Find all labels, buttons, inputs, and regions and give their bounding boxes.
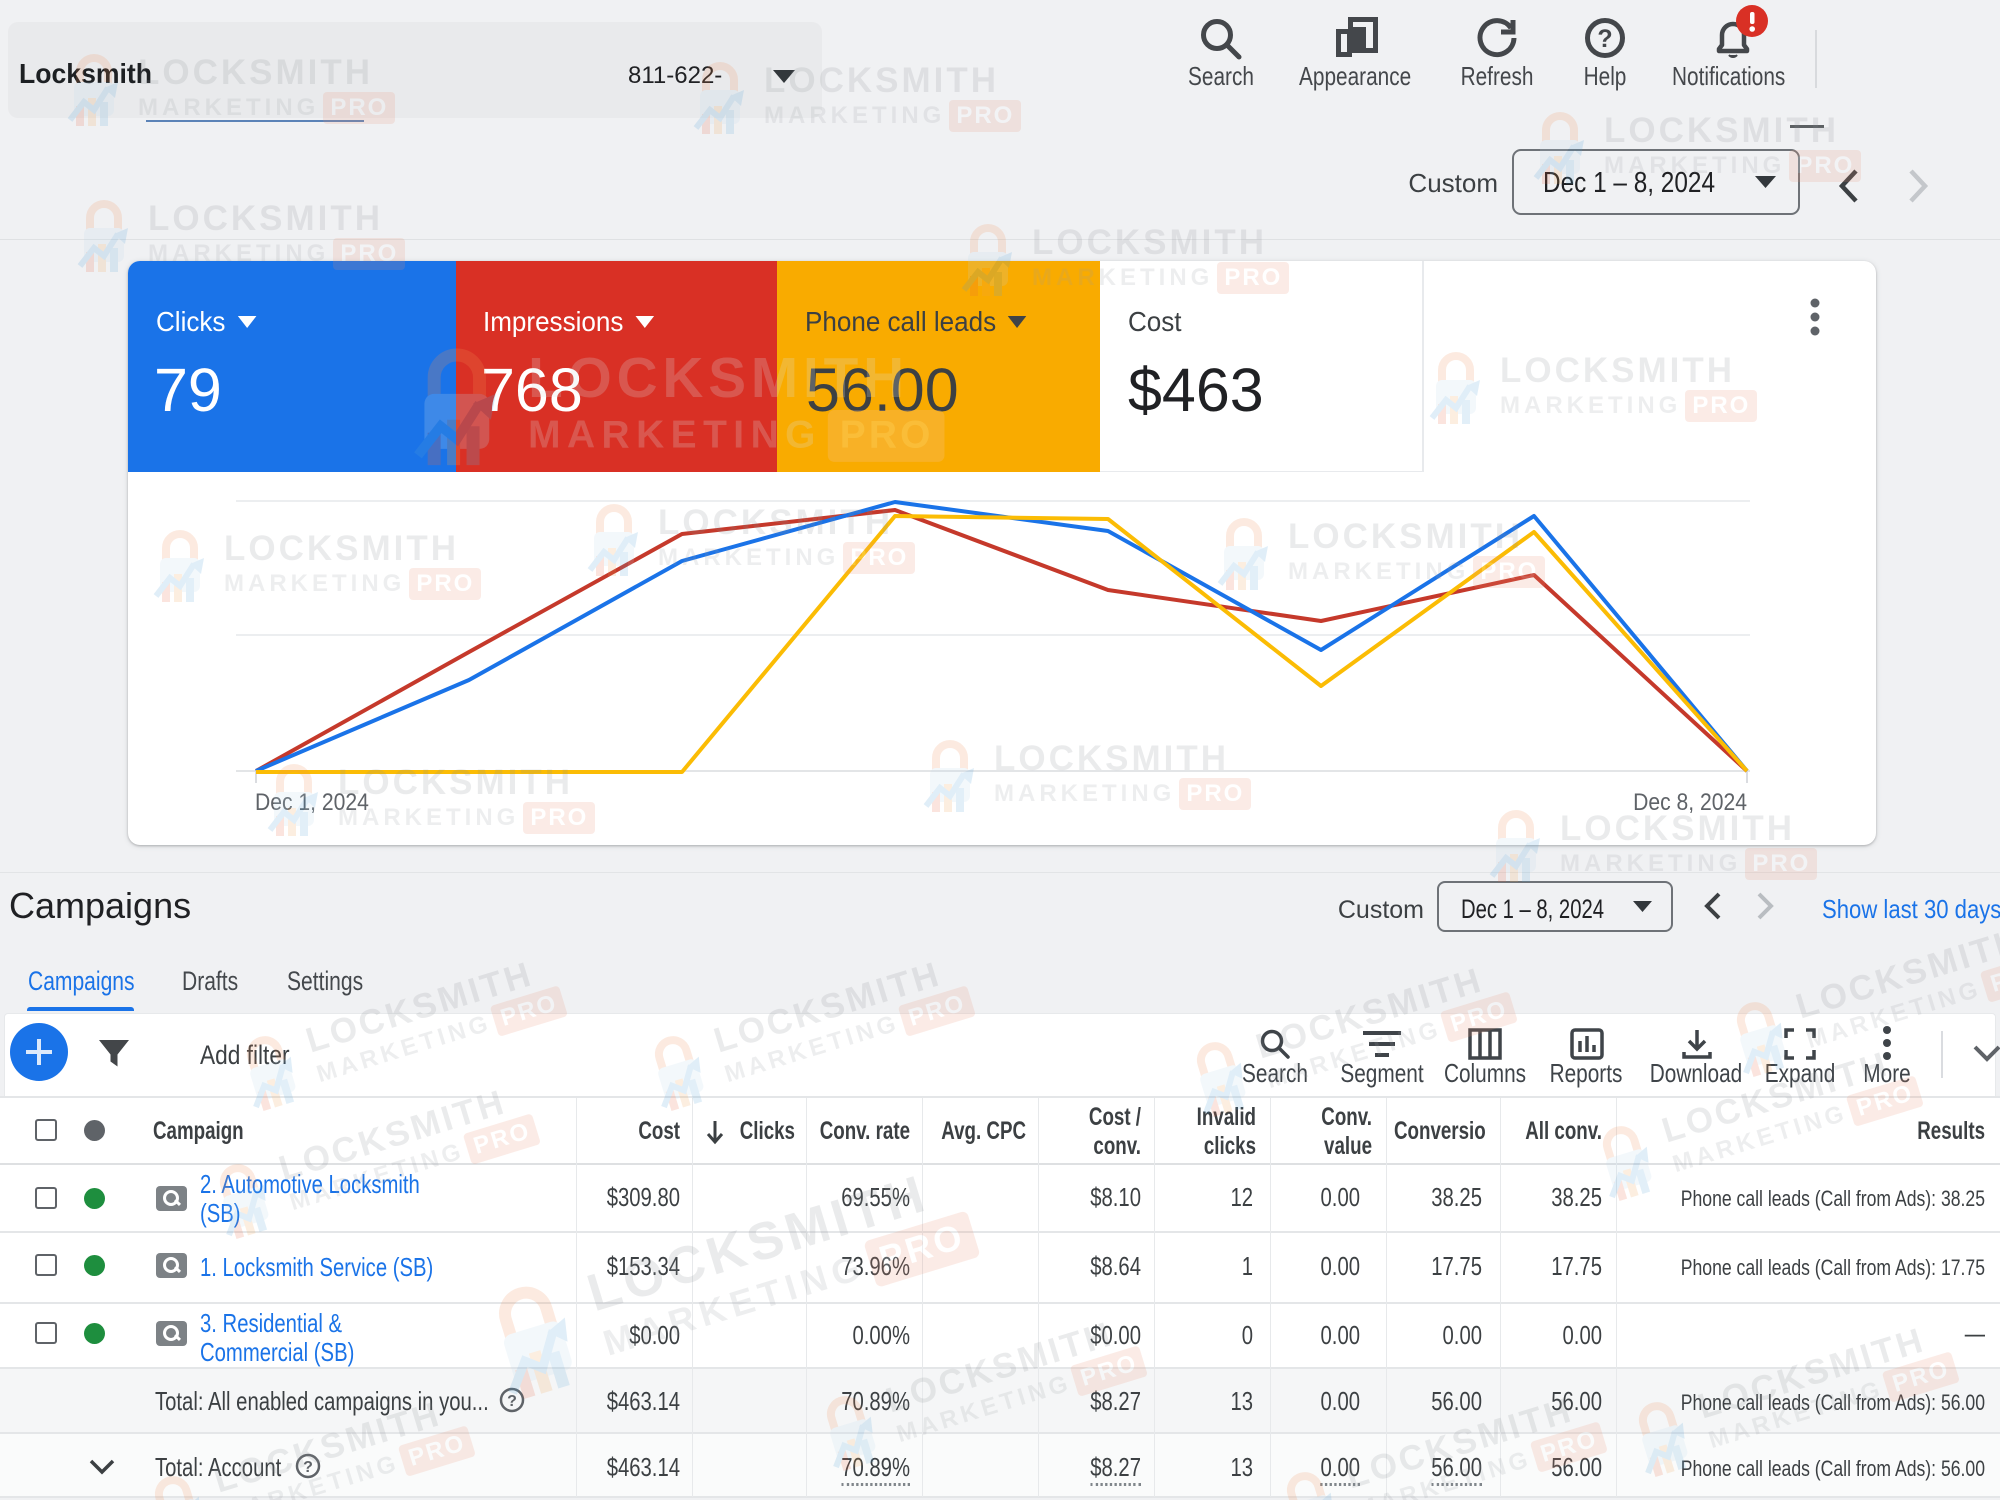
svg-text:?: ?: [1597, 25, 1612, 53]
